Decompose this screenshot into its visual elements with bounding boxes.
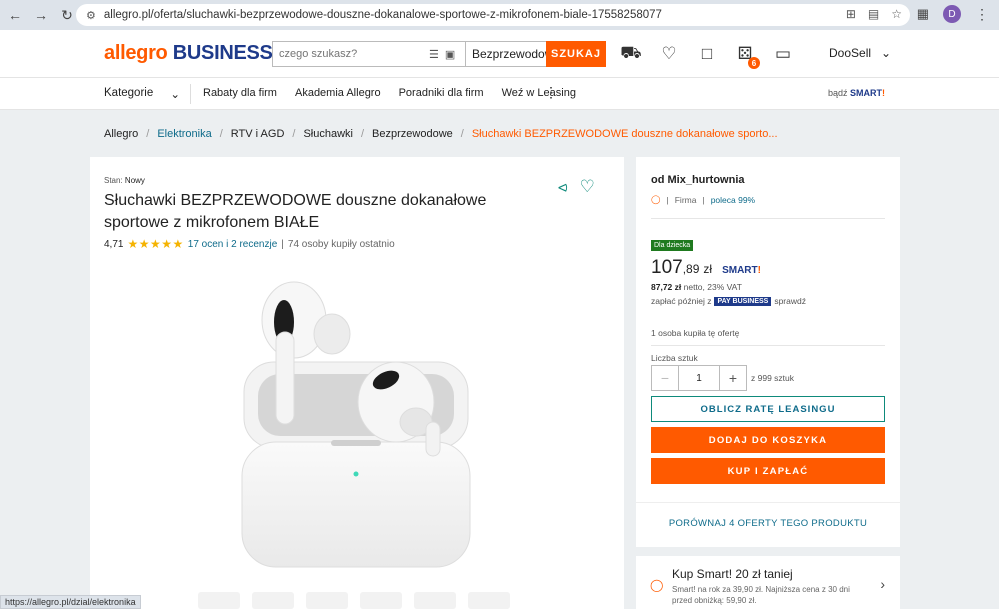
extensions-icon[interactable]: ▦: [917, 6, 929, 22]
thumbnail[interactable]: [414, 592, 456, 609]
back-icon[interactable]: ←: [4, 4, 26, 26]
seller-icon: ◯: [651, 194, 661, 204]
search-bar: ☰ ▣ Bezprzewodowe ⌄ SZUKAJ: [272, 41, 606, 67]
status-bar: https://allegro.pl/dzial/elektronika: [0, 595, 141, 609]
leasing-button[interactable]: OBLICZ RATĘ LEASINGU: [651, 396, 885, 422]
notification-badge: 6: [748, 57, 760, 69]
product-title: Słuchawki BEZPRZEWODOWE douszne dokanało…: [104, 192, 487, 231]
user-name: DooSell: [829, 46, 872, 60]
share-icon[interactable]: ⪦: [558, 177, 568, 197]
bag-icon[interactable]: ▭: [772, 43, 794, 65]
search-filter-icon[interactable]: ☰: [429, 48, 439, 61]
breadcrumb-current: Słuchawki BEZPRZEWODOWE douszne dokanało…: [471, 128, 778, 140]
buyers-count: 1 osoba kupiła tę ofertę: [651, 328, 740, 338]
product-card: Stan: Nowy Słuchawki BEZPRZEWODOWE dousz…: [90, 157, 624, 609]
categories-dropdown[interactable]: Kategorie ⌄: [104, 87, 180, 101]
nav-link-academy[interactable]: Akademia Allegro: [295, 87, 381, 99]
divider: [651, 218, 885, 219]
rating-stars: ★★★★★: [127, 237, 184, 251]
bell-icon[interactable]: ⚄ 6: [734, 43, 760, 69]
reload-icon[interactable]: ↻: [56, 4, 78, 26]
favorite-icon[interactable]: ♡: [580, 177, 595, 197]
breadcrumb-wireless[interactable]: Bezprzewodowe: [372, 128, 453, 140]
rating-value: 4,71: [104, 238, 124, 250]
thumbnail[interactable]: [468, 592, 510, 609]
seller-name[interactable]: od Mix_hurtownia: [651, 174, 745, 186]
truck-icon[interactable]: ⛟: [620, 43, 642, 65]
user-menu[interactable]: DooSell ⌄: [829, 46, 891, 60]
nav-link-guides[interactable]: Poradniki dla firm: [399, 87, 484, 99]
allegro-business-logo[interactable]: allegro BUSINESS: [104, 42, 273, 65]
offer-card: od Mix_hurtownia ◯ | Firma | poleca 99% …: [636, 157, 900, 547]
translate-icon[interactable]: ▤: [868, 7, 879, 21]
be-smart-link[interactable]: bądź SMART!: [828, 88, 885, 98]
kid-badge: Dla dziecka: [651, 240, 694, 251]
thumbnail[interactable]: [306, 592, 348, 609]
star-icon[interactable]: ☆: [891, 7, 902, 21]
address-bar[interactable]: ⚙ allegro.pl/oferta/sluchawki-bezprzewod…: [76, 4, 910, 26]
pay-later: zapłać później z PAY BUSINESS sprawdź: [651, 296, 806, 306]
divider: [190, 84, 191, 104]
chevron-down-icon: ⌄: [881, 46, 892, 60]
thumbnail[interactable]: [252, 592, 294, 609]
product-rating: 4,71 ★★★★★ 17 ocen i 2 recenzje | 74 oso…: [104, 237, 395, 251]
quantity-label: Liczba sztuk: [651, 353, 698, 363]
site-header: allegro BUSINESS ☰ ▣ Bezprzewodowe ⌄ SZU…: [0, 30, 999, 78]
bought-recently: 74 osoby kupiły ostatnio: [287, 238, 395, 250]
smart-promo-card[interactable]: ◯ Kup Smart! 20 zł taniej Smart! na rok …: [636, 556, 900, 609]
site-info-icon[interactable]: ⚙: [86, 9, 96, 22]
chevron-down-icon: ⌄: [170, 89, 180, 101]
thumbnail[interactable]: [198, 592, 240, 609]
condition: Stan: Nowy: [104, 176, 145, 185]
buy-now-button[interactable]: KUP I ZAPŁAĆ: [651, 458, 885, 484]
netto-price: 87,72 zł netto, 23% VAT: [651, 282, 742, 292]
profile-avatar[interactable]: D: [943, 5, 961, 23]
breadcrumb-allegro[interactable]: Allegro: [104, 128, 138, 140]
quantity-input[interactable]: 1: [678, 366, 720, 390]
breadcrumb: Allegro / Elektronika / RTV i AGD / Słuc…: [104, 128, 778, 140]
divider: [651, 345, 885, 346]
compare-offers-link[interactable]: PORÓWNAJ 4 OFERTY TEGO PRODUKTU: [636, 518, 900, 529]
check-link[interactable]: sprawdź: [774, 296, 806, 306]
price: 107,89 zł SMART!: [651, 257, 761, 278]
promo-text: Smart! na rok za 39,90 zł. Najniższa cen…: [672, 585, 850, 605]
seller-recommend[interactable]: poleca 99%: [711, 195, 755, 205]
breadcrumb-rtv-agd[interactable]: RTV i AGD: [231, 128, 285, 140]
reviews-link[interactable]: 17 ocen i 2 recenzje: [188, 239, 278, 250]
minus-icon[interactable]: −: [652, 366, 678, 390]
thumbnail[interactable]: [360, 592, 402, 609]
pay-business-badge: PAY BUSINESS: [714, 296, 772, 306]
url-text[interactable]: allegro.pl/oferta/sluchawki-bezprzewodow…: [104, 9, 662, 21]
heart-icon[interactable]: ♡: [658, 43, 680, 65]
thumbnail-strip: [198, 592, 510, 609]
plus-icon[interactable]: +: [720, 366, 746, 390]
add-to-cart-button[interactable]: DODAJ DO KOSZYKA: [651, 427, 885, 453]
nav-link-discounts[interactable]: Rabaty dla firm: [203, 87, 277, 99]
category-bar: Kategorie ⌄ Rabaty dla firm Akademia All…: [0, 78, 999, 110]
browser-menu-icon[interactable]: ⋮: [975, 6, 989, 23]
forward-icon[interactable]: →: [30, 4, 52, 26]
smart-badge: SMART!: [722, 265, 761, 276]
more-vertical-icon[interactable]: ⋮: [544, 84, 558, 101]
search-input[interactable]: [273, 42, 429, 66]
breadcrumb-headphones[interactable]: Słuchawki: [303, 128, 353, 140]
camera-search-icon[interactable]: ▣: [445, 48, 455, 61]
chevron-right-icon[interactable]: ›: [880, 576, 885, 592]
chat-icon[interactable]: □: [696, 43, 718, 65]
location-icon: ◯: [650, 578, 664, 592]
quantity-stepper: − 1 +: [651, 365, 747, 391]
product-image[interactable]: [236, 272, 476, 572]
search-button[interactable]: SZUKAJ: [546, 41, 606, 67]
breadcrumb-electronics[interactable]: Elektronika: [157, 128, 211, 140]
divider: [636, 502, 900, 503]
seller-meta: ◯ | Firma | poleca 99%: [651, 194, 756, 205]
seller-type: Firma: [674, 194, 697, 205]
promo-title: Kup Smart! 20 zł taniej: [672, 567, 793, 581]
nav-link-leasing[interactable]: Weź w Leasing: [502, 87, 576, 99]
install-icon[interactable]: ⊞: [846, 7, 856, 21]
browser-toolbar: ← → ↻ ⚙ allegro.pl/oferta/sluchawki-bezp…: [0, 0, 999, 30]
quantity-available: z 999 sztuk: [751, 373, 794, 383]
